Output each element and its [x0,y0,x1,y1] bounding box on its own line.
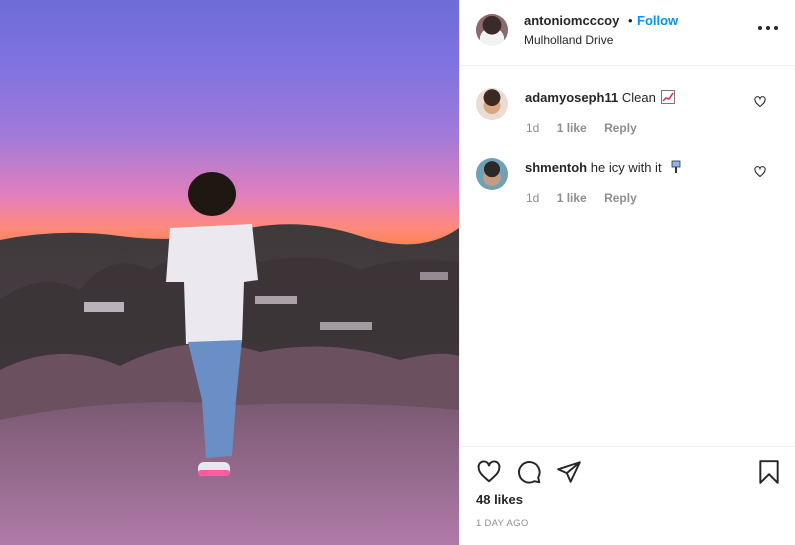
author-username[interactable]: antoniomcccoy [524,13,619,28]
comment-body: adamyoseph11 Clean [525,90,676,105]
sunset-landscape-image [0,172,459,545]
comment-body: shmentoh he icy with it [525,160,683,175]
comment-item: shmentoh he icy with it 1d 1 like Reply [460,158,795,218]
paper-plane-icon[interactable] [556,459,582,485]
reply-button[interactable]: Reply [604,121,637,135]
comment-icon[interactable] [516,459,542,485]
comment-likes[interactable]: 1 like [557,121,587,135]
instagram-post: antoniomcccoy • Follow Mulholland Drive … [0,0,795,545]
comment-heart-icon[interactable] [754,96,766,108]
post-location[interactable]: Mulholland Drive [524,33,613,47]
post-actions: 48 likes 1 DAY AGO [460,446,795,545]
commenter-username[interactable]: adamyoseph11 [525,90,618,105]
commenter-avatar[interactable] [476,88,508,120]
comment-likes[interactable]: 1 like [557,191,587,205]
comment-time: 1d [526,191,540,205]
post-date[interactable]: 1 DAY AGO [476,518,529,529]
more-options-icon[interactable] [758,22,778,34]
comment-heart-icon[interactable] [754,166,766,178]
reply-button[interactable]: Reply [604,191,637,205]
post-photo[interactable] [0,0,459,545]
likes-count[interactable]: 48 likes [476,492,523,507]
comment-meta: 1d 1 like Reply [526,121,651,135]
comment-text: Clean [621,90,656,105]
author-avatar[interactable] [476,14,508,46]
post-header: antoniomcccoy • Follow Mulholland Drive [460,0,795,66]
heart-icon[interactable] [476,459,502,485]
separator-dot: • [628,13,633,28]
commenter-avatar[interactable] [476,158,508,190]
bookmark-icon[interactable] [756,459,782,485]
chart-increasing-emoji-icon [661,90,676,104]
comment-item: adamyoseph11 Clean 1d 1 like Reply [460,88,795,148]
comment-time: 1d [526,121,540,135]
comment-meta: 1d 1 like Reply [526,191,651,205]
comment-text: he icy with it [590,160,662,175]
ice-emoji-icon [671,160,681,173]
follow-button[interactable]: Follow [637,13,678,28]
post-side-panel: antoniomcccoy • Follow Mulholland Drive … [459,0,795,545]
commenter-username[interactable]: shmentoh [525,160,587,175]
